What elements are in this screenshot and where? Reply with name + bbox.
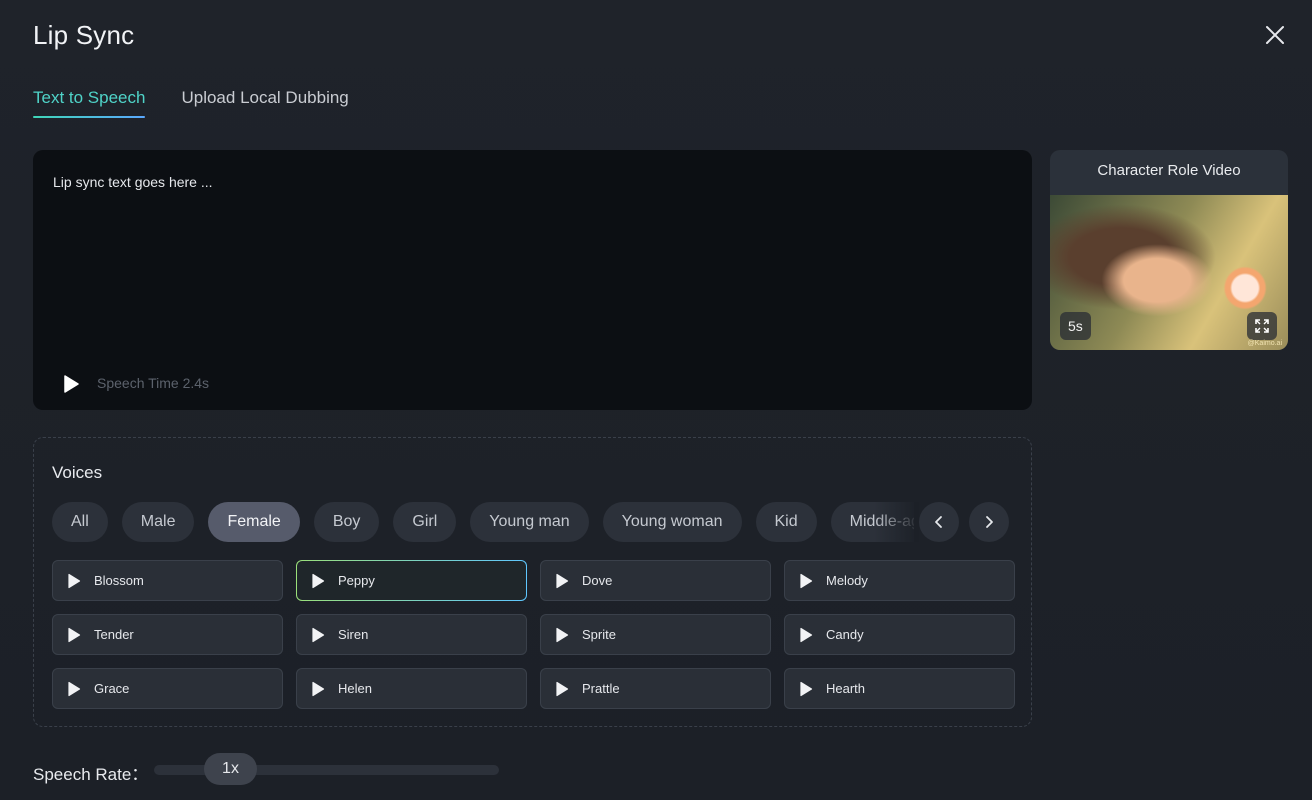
lip-sync-dialog: Lip Sync Text to Speech Upload Local Dub… — [0, 0, 1312, 800]
voices-panel: Voices All Male Female Boy Girl Young ma… — [33, 437, 1032, 727]
close-icon — [1266, 26, 1284, 44]
voice-card-peppy[interactable]: Peppy — [296, 560, 527, 601]
play-icon — [556, 627, 569, 642]
speech-time-label: Speech Time 2.4s — [97, 375, 210, 391]
voice-card-prattle[interactable]: Prattle — [540, 668, 771, 709]
voice-card-hearth[interactable]: Hearth — [784, 668, 1015, 709]
tab-text-to-speech[interactable]: Text to Speech — [33, 88, 146, 118]
play-icon — [64, 375, 79, 393]
voice-name: Hearth — [826, 681, 866, 696]
chevron-left-icon — [935, 516, 942, 528]
filter-chip-kid[interactable]: Kid — [755, 502, 817, 542]
speech-rate-slider-thumb[interactable]: 1x — [204, 753, 257, 785]
lip-sync-text-input[interactable] — [53, 174, 1013, 354]
speech-rate-label: Speech Rate： — [33, 765, 149, 784]
voice-name: Prattle — [582, 681, 620, 696]
voice-card-siren[interactable]: Siren — [296, 614, 527, 655]
voice-filter-row: All Male Female Boy Girl Young man Young… — [52, 502, 914, 542]
preview-play-button[interactable] — [61, 374, 81, 394]
filter-chip-boy[interactable]: Boy — [313, 502, 380, 542]
close-button[interactable] — [1262, 22, 1288, 48]
voice-name: Dove — [582, 573, 613, 588]
voice-card-candy[interactable]: Candy — [784, 614, 1015, 655]
character-card-title: Character Role Video — [1097, 162, 1241, 179]
voice-card-tender[interactable]: Tender — [52, 614, 283, 655]
voice-name: Tender — [94, 627, 134, 642]
voices-title: Voices — [52, 463, 103, 482]
filter-chip-male[interactable]: Male — [121, 502, 195, 542]
voice-name: Candy — [826, 627, 864, 642]
voice-name: Sprite — [582, 627, 616, 642]
play-icon — [312, 573, 325, 588]
voice-card-grace[interactable]: Grace — [52, 668, 283, 709]
character-role-card: Character Role Video 5s @Kaimo.ai — [1050, 150, 1288, 350]
play-icon — [68, 627, 81, 642]
voice-name: Siren — [338, 627, 369, 642]
expand-button[interactable] — [1247, 312, 1277, 340]
voice-name: Blossom — [94, 573, 144, 588]
voice-name: Melody — [826, 573, 868, 588]
voice-name: Grace — [94, 681, 130, 696]
filter-prev-button[interactable] — [919, 502, 959, 542]
tab-upload-local-dubbing[interactable]: Upload Local Dubbing — [181, 88, 348, 118]
dialog-title: Lip Sync — [33, 20, 135, 50]
play-icon — [800, 573, 813, 588]
play-icon — [68, 681, 81, 696]
voice-card-helen[interactable]: Helen — [296, 668, 527, 709]
text-panel: Speech Time 2.4s — [33, 150, 1032, 410]
filter-chip-young-woman[interactable]: Young woman — [602, 502, 742, 542]
chevron-right-icon — [986, 516, 993, 528]
voice-card-dove[interactable]: Dove — [540, 560, 771, 601]
play-icon — [556, 573, 569, 588]
voice-name: Helen — [338, 681, 372, 696]
play-icon — [800, 627, 813, 642]
play-icon — [312, 681, 325, 696]
video-duration-badge: 5s — [1060, 312, 1091, 340]
voice-card-sprite[interactable]: Sprite — [540, 614, 771, 655]
voice-name: Peppy — [338, 573, 375, 588]
tab-bar: Text to Speech Upload Local Dubbing — [33, 88, 349, 118]
play-icon — [556, 681, 569, 696]
play-icon — [68, 573, 81, 588]
voice-card-blossom[interactable]: Blossom — [52, 560, 283, 601]
filter-chip-young-man[interactable]: Young man — [470, 502, 589, 542]
filter-chip-all[interactable]: All — [52, 502, 108, 542]
filter-chip-female[interactable]: Female — [208, 502, 300, 542]
voice-card-melody[interactable]: Melody — [784, 560, 1015, 601]
filter-chip-girl[interactable]: Girl — [393, 502, 457, 542]
filter-chip-middle-aged[interactable]: Middle-aged — [830, 502, 914, 542]
voice-grid: Blossom Peppy Dove Melody Tender Siren S… — [52, 560, 1015, 709]
expand-icon — [1255, 319, 1269, 333]
filter-next-button[interactable] — [969, 502, 1009, 542]
video-watermark: @Kaimo.ai — [1247, 340, 1282, 347]
character-video-thumbnail[interactable]: 5s @Kaimo.ai — [1050, 195, 1288, 350]
play-icon — [312, 627, 325, 642]
play-icon — [800, 681, 813, 696]
